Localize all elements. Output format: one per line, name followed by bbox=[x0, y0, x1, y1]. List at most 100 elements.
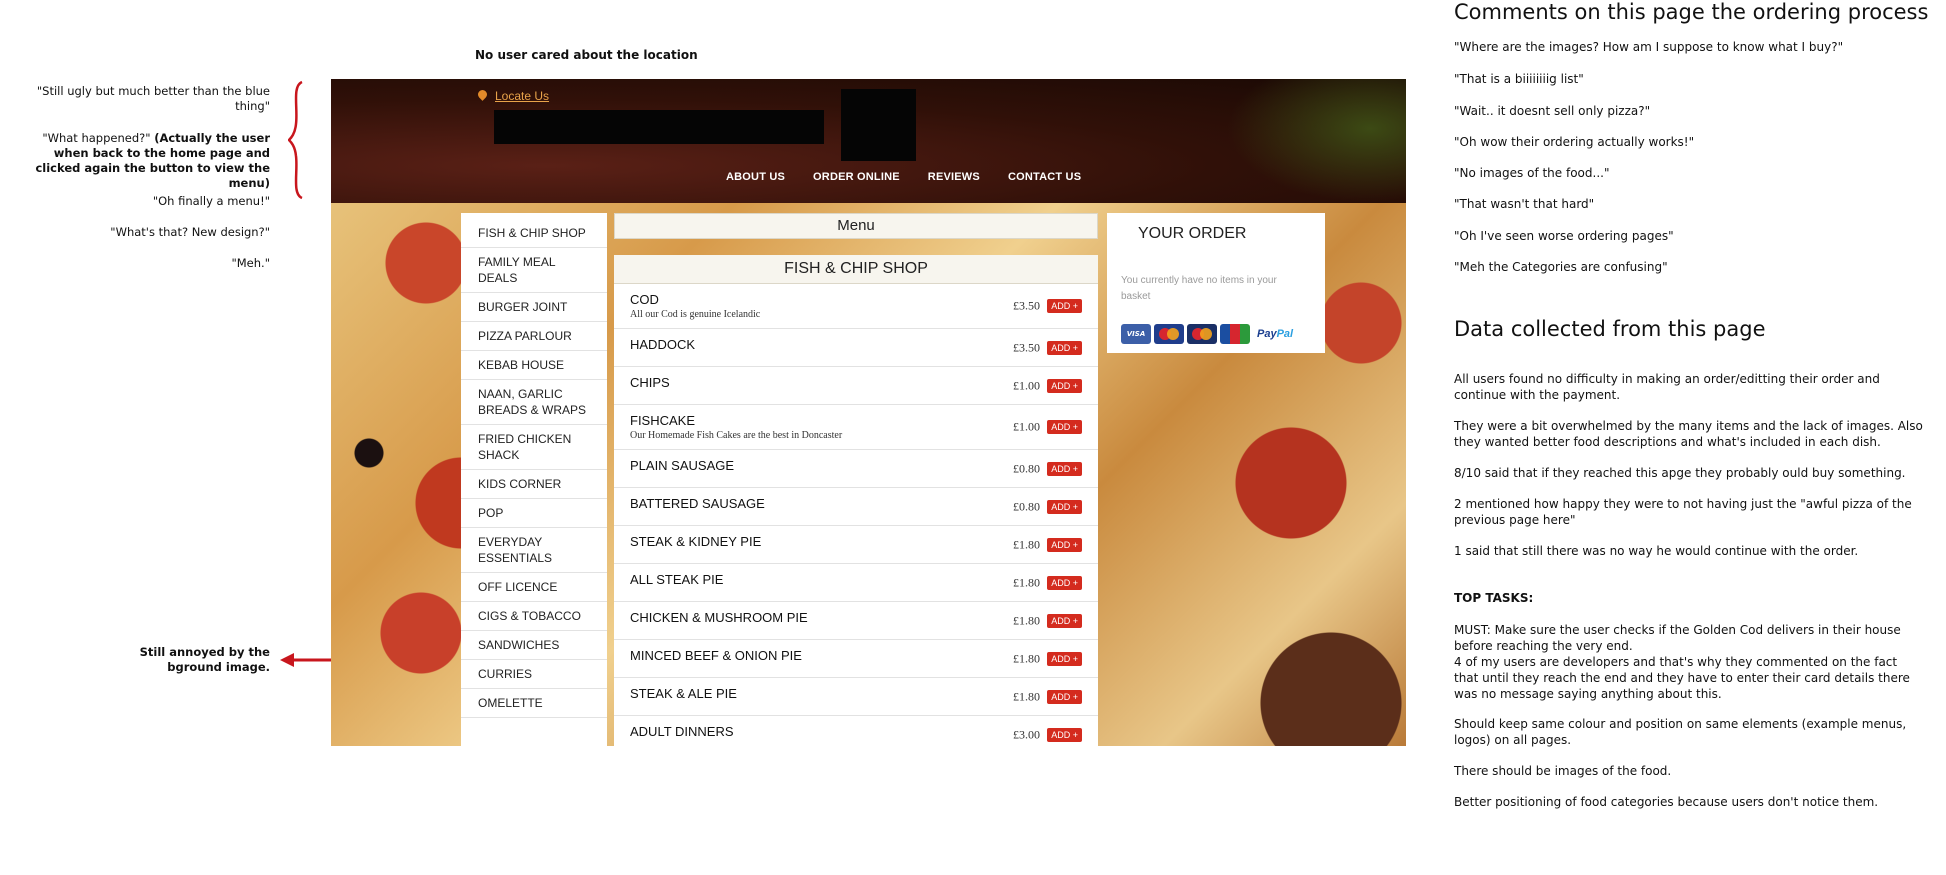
visa-card-icon: VISA bbox=[1121, 324, 1151, 344]
redacted-bar bbox=[494, 110, 824, 144]
menu-item-price: £3.50 bbox=[1013, 340, 1040, 354]
location-annotation: No user cared about the location bbox=[475, 48, 698, 62]
menu-list: FISH & CHIP SHOP COD All our Cod is genui… bbox=[614, 255, 1098, 746]
mastercard-icon bbox=[1187, 324, 1217, 344]
website-screenshot: Locate Us ABOUT US ORDER ONLINE REVIEWS … bbox=[331, 79, 1406, 746]
nav-reviews[interactable]: REVIEWS bbox=[928, 171, 980, 183]
category-sidebar: FISH & CHIP SHOP FAMILY MEAL DEALS BURGE… bbox=[461, 213, 607, 746]
menu-item-price: £1.80 bbox=[1013, 575, 1040, 589]
category-item[interactable]: EVERYDAY ESSENTIALS bbox=[461, 528, 607, 573]
category-item[interactable]: FISH & CHIP SHOP bbox=[461, 213, 607, 248]
menu-item: CHICKEN & MUSHROOM PIE £1.80 ADD + bbox=[614, 602, 1098, 640]
menu-header: Menu bbox=[614, 213, 1098, 239]
category-item[interactable]: FRIED CHICKEN SHACK bbox=[461, 425, 607, 470]
task-item: Better positioning of food categories be… bbox=[1454, 795, 1879, 809]
menu-item-price: £1.80 bbox=[1013, 689, 1040, 703]
category-item[interactable]: OMELETTE bbox=[461, 689, 607, 718]
empty-basket-text: You currently have no items in your bask… bbox=[1121, 275, 1277, 302]
menu-item: ADULT DINNERS £3.00 ADD + bbox=[614, 716, 1098, 746]
menu-item: ALL STEAK PIE £1.80 ADD + bbox=[614, 564, 1098, 602]
left-annotations: "Still ugly but much better than the blu… bbox=[0, 0, 270, 875]
annotation-new-design: "What's that? New design?" bbox=[110, 225, 270, 239]
task-item: 4 of my users are developers and that's … bbox=[1454, 655, 1910, 701]
task-item: MUST: Make sure the user checks if the G… bbox=[1454, 623, 1901, 653]
your-order-title: YOUR ORDER bbox=[1138, 225, 1247, 242]
comment-quote: "That wasn't that hard" bbox=[1454, 197, 1595, 211]
locate-us-link[interactable]: Locate Us bbox=[476, 88, 549, 103]
task-item: Should keep same colour and position on … bbox=[1454, 717, 1907, 747]
comment-quote: "Meh the Categories are confusing" bbox=[1454, 260, 1668, 274]
comment-quote: "Oh I've seen worse ordering pages" bbox=[1454, 229, 1674, 243]
comment-quote: "Wait.. it doesnt sell only pizza?" bbox=[1454, 104, 1651, 118]
menu-item-price: £0.80 bbox=[1013, 499, 1040, 513]
nav-order-online[interactable]: ORDER ONLINE bbox=[813, 171, 900, 183]
red-brace-icon bbox=[288, 80, 303, 200]
redacted-logo bbox=[841, 89, 916, 161]
add-to-order-button[interactable]: ADD + bbox=[1047, 651, 1082, 666]
paypal-logo: PayPal bbox=[1257, 328, 1294, 340]
comment-quote: "No images of the food..." bbox=[1454, 166, 1610, 180]
data-paragraph: 8/10 said that if they reached this apge… bbox=[1454, 466, 1906, 480]
menu-item-price: £1.80 bbox=[1013, 651, 1040, 665]
payment-methods: VISA PayPal bbox=[1121, 324, 1293, 344]
category-item[interactable]: NAAN, GARLIC BREADS & WRAPS bbox=[461, 380, 607, 425]
category-item[interactable]: BURGER JOINT bbox=[461, 293, 607, 322]
data-paragraph: They were a bit overwhelmed by the many … bbox=[1454, 419, 1923, 449]
add-to-order-button[interactable]: ADD + bbox=[1047, 613, 1082, 628]
nav-contact-us[interactable]: CONTACT US bbox=[1008, 171, 1081, 183]
maestro-card-icon bbox=[1154, 324, 1184, 344]
menu-item: STEAK & ALE PIE £1.80 ADD + bbox=[614, 678, 1098, 716]
menu-item-price: £1.00 bbox=[1013, 378, 1040, 392]
annotation-meh: "Meh." bbox=[231, 256, 270, 270]
category-item[interactable]: KEBAB HOUSE bbox=[461, 351, 607, 380]
menu-item-price: £3.50 bbox=[1013, 298, 1040, 313]
add-to-order-button[interactable]: ADD + bbox=[1047, 537, 1082, 552]
category-item[interactable]: FAMILY MEAL DEALS bbox=[461, 248, 607, 293]
category-item[interactable]: CURRIES bbox=[461, 660, 607, 689]
data-paragraph: 1 said that still there was no way he wo… bbox=[1454, 544, 1859, 558]
menu-item-price: £0.80 bbox=[1013, 461, 1040, 475]
menu-item-price: £1.00 bbox=[1013, 419, 1040, 434]
menu-item: FISHCAKE Our Homemade Fish Cakes are the … bbox=[614, 405, 1098, 450]
menu-item: MINCED BEEF & ONION PIE £1.80 ADD + bbox=[614, 640, 1098, 678]
main-nav: ABOUT US ORDER ONLINE REVIEWS CONTACT US bbox=[726, 171, 1081, 183]
add-to-order-button[interactable]: ADD + bbox=[1047, 420, 1082, 434]
add-to-order-button[interactable]: ADD + bbox=[1047, 299, 1082, 313]
menu-item: CHIPS £1.00 ADD + bbox=[614, 367, 1098, 405]
data-heading: Data collected from this page bbox=[1454, 317, 1766, 341]
annotation-what-happened-quote: "What happened?" bbox=[42, 131, 151, 145]
add-to-order-button[interactable]: ADD + bbox=[1047, 378, 1082, 393]
location-pin-icon bbox=[476, 88, 489, 101]
annotation-still-ugly: "Still ugly but much better than the blu… bbox=[36, 84, 270, 113]
add-to-order-button[interactable]: ADD + bbox=[1047, 689, 1082, 704]
annotation-background-image: Still annoyed by the bground image. bbox=[139, 645, 270, 674]
add-to-order-button[interactable]: ADD + bbox=[1047, 461, 1082, 476]
your-order-panel: YOUR ORDER You currently have no items i… bbox=[1107, 213, 1325, 353]
category-item[interactable]: OFF LICENCE bbox=[461, 573, 607, 602]
header-banner: Locate Us ABOUT US ORDER ONLINE REVIEWS … bbox=[331, 79, 1406, 203]
category-item[interactable]: SANDWICHES bbox=[461, 631, 607, 660]
menu-item: COD All our Cod is genuine Icelandic £3.50… bbox=[614, 284, 1098, 329]
add-to-order-button[interactable]: ADD + bbox=[1047, 727, 1082, 742]
menu-item: PLAIN SAUSAGE £0.80 ADD + bbox=[614, 450, 1098, 488]
comment-quote: "That is a biiiiiiiig list" bbox=[1454, 72, 1584, 86]
category-item[interactable]: CIGS & TOBACCO bbox=[461, 602, 607, 631]
nav-about-us[interactable]: ABOUT US bbox=[726, 171, 785, 183]
comment-quote: "Oh wow their ordering actually works!" bbox=[1454, 135, 1695, 149]
annotation-what-happened: "What happened?" (Actually the user when… bbox=[8, 131, 270, 191]
menu-item: STEAK & KIDNEY PIE £1.80 ADD + bbox=[614, 526, 1098, 564]
category-item[interactable]: KIDS CORNER bbox=[461, 470, 607, 499]
add-to-order-button[interactable]: ADD + bbox=[1047, 340, 1082, 355]
add-to-order-button[interactable]: ADD + bbox=[1047, 499, 1082, 514]
data-paragraph: 2 mentioned how happy they were to not h… bbox=[1454, 497, 1912, 527]
comment-quote: "Where are the images? How am I suppose … bbox=[1454, 40, 1844, 54]
top-tasks-heading: TOP TASKS: bbox=[1454, 591, 1534, 605]
menu-item-price: £1.80 bbox=[1013, 537, 1040, 551]
category-item[interactable]: POP bbox=[461, 499, 607, 528]
add-to-order-button[interactable]: ADD + bbox=[1047, 575, 1082, 590]
menu-item-price: £1.80 bbox=[1013, 613, 1040, 627]
category-item[interactable]: PIZZA PARLOUR bbox=[461, 322, 607, 351]
jcb-card-icon bbox=[1220, 324, 1250, 344]
menu-item: BATTERED SAUSAGE £0.80 ADD + bbox=[614, 488, 1098, 526]
section-title: FISH & CHIP SHOP bbox=[614, 255, 1098, 284]
